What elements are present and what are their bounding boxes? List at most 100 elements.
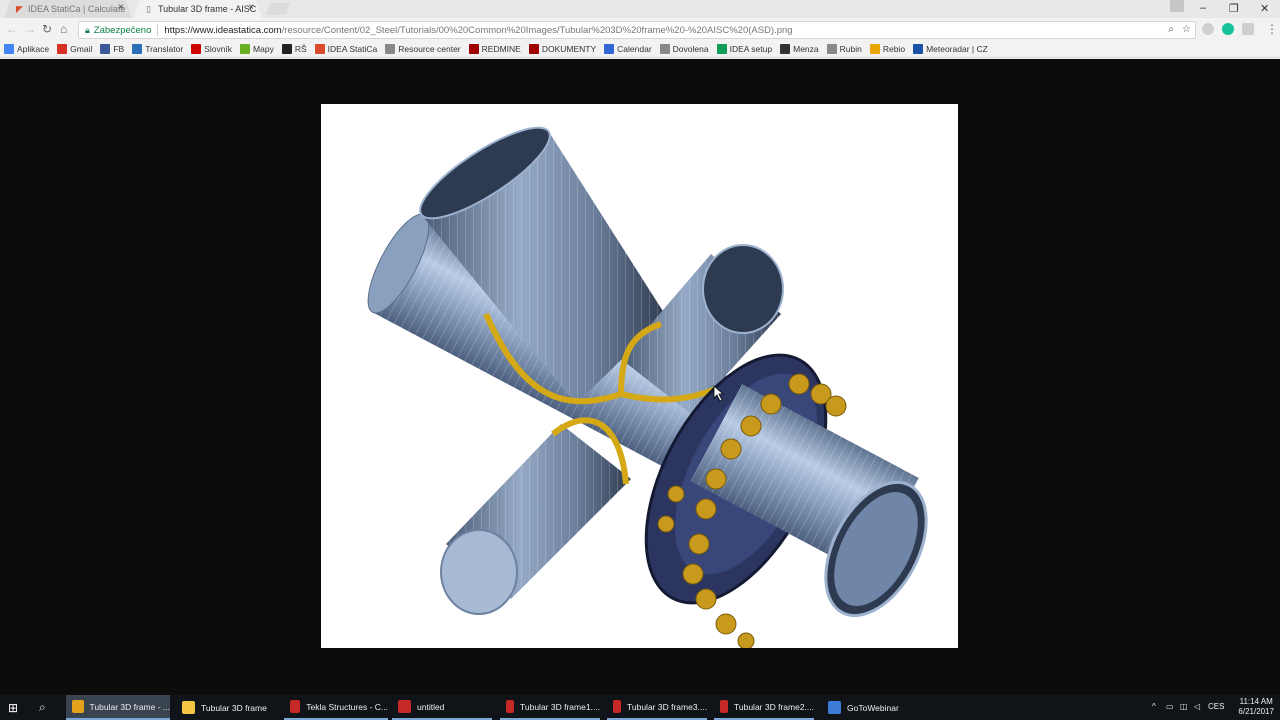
bookmark-mapy[interactable]: Mapy (240, 44, 274, 54)
browser-toolbar: ← → ↻ ⌂ 🔒︎ Zabezpečeno https://www.ideas… (0, 19, 1280, 41)
page-icon (385, 44, 396, 54)
bookmark-label: Menza (793, 44, 819, 54)
taskbar-item-label: Tekla Structures - C... (306, 701, 388, 712)
taskbar-item[interactable]: GoToWebinar (822, 695, 912, 720)
bookmark-label: Calendar (617, 44, 652, 54)
apps-grid-icon (4, 44, 14, 54)
forward-icon[interactable]: → (24, 22, 36, 36)
bookmark-calendar[interactable]: Calendar (604, 44, 652, 54)
bookmark-label: FB (113, 44, 125, 54)
bookmark-label: DOKUMENTY (541, 44, 597, 54)
home-icon[interactable]: ⌂ (60, 22, 67, 36)
close-icon[interactable]: × (118, 2, 124, 13)
bookmark-label: Slovník (204, 44, 233, 54)
taskbar-item[interactable]: Tekla Structures - C... (284, 695, 388, 720)
idea-app-icon (506, 700, 514, 713)
bookmark-slovn-k[interactable]: Slovník (191, 44, 232, 54)
taskbar-item[interactable]: Tubular 3D frame3.... (607, 695, 707, 720)
clock[interactable]: 11:14 AM 6/21/2017 (1238, 697, 1274, 717)
zoom-icon[interactable]: ⌕ (1168, 24, 1174, 35)
chrome-icon (72, 700, 84, 713)
url-text[interactable]: https://www.ideastatica.com/resource/Con… (164, 25, 792, 36)
bolt (695, 588, 717, 610)
bookmark-rubin[interactable]: Rubin (826, 44, 862, 54)
taskbar-item[interactable]: Tubular 3D frame2.... (714, 695, 814, 720)
extension-icon[interactable] (1242, 23, 1254, 35)
facebook-icon (100, 44, 111, 54)
secure-label: Zabezpečeno (93, 24, 152, 36)
bookmark-translator[interactable]: Translator (132, 44, 183, 54)
bookmark-star-icon[interactable]: ☆ (1182, 24, 1191, 35)
bookmark-dokumenty[interactable]: DOKUMENTY (528, 44, 597, 54)
minimize-icon[interactable]: – (1200, 2, 1206, 14)
menu-icon[interactable]: ⋮ (1266, 22, 1278, 36)
volume-icon[interactable]: ◁ (1194, 702, 1200, 711)
bolt (715, 613, 737, 635)
lock-icon: 🔒︎ (85, 24, 90, 35)
taskbar-item[interactable]: Tubular 3D frame1.... (500, 695, 600, 720)
bolt (737, 632, 755, 650)
bookmark-aplikace[interactable]: Aplikace (4, 44, 49, 54)
bookmark-idea-statica[interactable]: IDEA StatiCa (314, 44, 378, 54)
network-icon[interactable]: ◫ (1180, 702, 1188, 711)
taskbar-item-label: Tubular 3D frame1.... (520, 701, 600, 712)
omnibox-actions: ⌕ ☆ (1168, 24, 1191, 35)
chevron-up-icon[interactable]: ^ (1152, 702, 1156, 711)
tab-tubular-3d-frame[interactable]: ▯ Tubular 3D frame - AISC × (134, 0, 262, 18)
address-bar[interactable]: 🔒︎ Zabezpečeno https://www.ideastatica.c… (78, 21, 1196, 39)
bookmark-label: Translator (145, 44, 184, 54)
tekla-icon (290, 700, 301, 713)
lower-brace-tube (440, 424, 631, 615)
new-tab-button[interactable] (266, 3, 290, 15)
windows-start-icon[interactable]: ⊞ (8, 701, 18, 715)
search-icon[interactable]: ⌕ (39, 700, 46, 715)
bookmark-rebio[interactable]: Rebio (869, 44, 905, 54)
url-host: https://www.ideastatica.com (164, 24, 282, 36)
battery-icon[interactable]: ▭ (1166, 702, 1174, 711)
dokumenty-icon (528, 44, 539, 54)
taskbar-item-label: Tubular 3D frame (201, 702, 267, 713)
language-indicator[interactable]: CES (1208, 702, 1224, 711)
profile-icon[interactable] (1170, 0, 1184, 12)
bookmark-label: Gmail (70, 44, 93, 54)
bookmark-gmail[interactable]: Gmail (57, 44, 92, 54)
slovnik-icon (191, 44, 202, 54)
bookmark-dovolena[interactable]: Dovolena (659, 44, 709, 54)
clock-time: 11:14 AM (1239, 697, 1273, 706)
idea-app-icon (398, 700, 411, 713)
bookmark-meteoradar-cz[interactable]: Meteoradar | CZ (913, 44, 988, 54)
taskbar-item[interactable]: Tubular 3D frame (176, 695, 276, 720)
bolt (667, 485, 685, 503)
page-icon: ▯ (146, 4, 151, 14)
grammarly-icon[interactable] (1222, 23, 1234, 35)
close-icon[interactable]: × (248, 2, 254, 13)
bookmark-fb[interactable]: FB (100, 44, 124, 54)
bolt (760, 393, 782, 415)
rs-icon (281, 44, 292, 54)
tab-title: Tubular 3D frame - AISC (158, 4, 257, 14)
tab-idea-statica-calculate[interactable]: ◤ IDEA StatiCa | Calculate × (4, 0, 132, 18)
gotowebinar-icon (828, 701, 841, 714)
idea-app-icon (720, 700, 728, 713)
taskbar-item[interactable]: untitled (392, 695, 492, 720)
back-icon[interactable]: ← (6, 22, 18, 36)
bookmark-resource-center[interactable]: Resource center (385, 44, 461, 54)
bookmark-redmine[interactable]: REDMINE (468, 44, 521, 54)
taskbar-item[interactable]: Tubular 3D frame - ... (66, 695, 170, 720)
bookmark-menza[interactable]: Menza (780, 44, 819, 54)
bolt (825, 395, 847, 417)
restore-icon[interactable]: ❐ (1229, 2, 1239, 15)
reload-icon[interactable]: ↻ (42, 22, 52, 36)
bookmark-label: IDEA StatiCa (327, 44, 378, 54)
bookmark-label: REDMINE (481, 44, 521, 54)
window-close-icon[interactable]: ✕ (1260, 2, 1269, 15)
tab-strip: ◤ IDEA StatiCa | Calculate × ▯ Tubular 3… (0, 0, 1280, 18)
bookmark-idea-setup[interactable]: IDEA setup (716, 44, 772, 54)
folder-icon (182, 701, 195, 714)
bolt (740, 415, 762, 437)
extension-icon[interactable] (1202, 23, 1214, 35)
browser-chrome: ◤ IDEA StatiCa | Calculate × ▯ Tubular 3… (0, 0, 1280, 59)
bookmark-r[interactable]: RŠ (281, 44, 307, 54)
taskbar-item-label: Tubular 3D frame3.... (627, 701, 707, 712)
bolt (695, 498, 717, 520)
